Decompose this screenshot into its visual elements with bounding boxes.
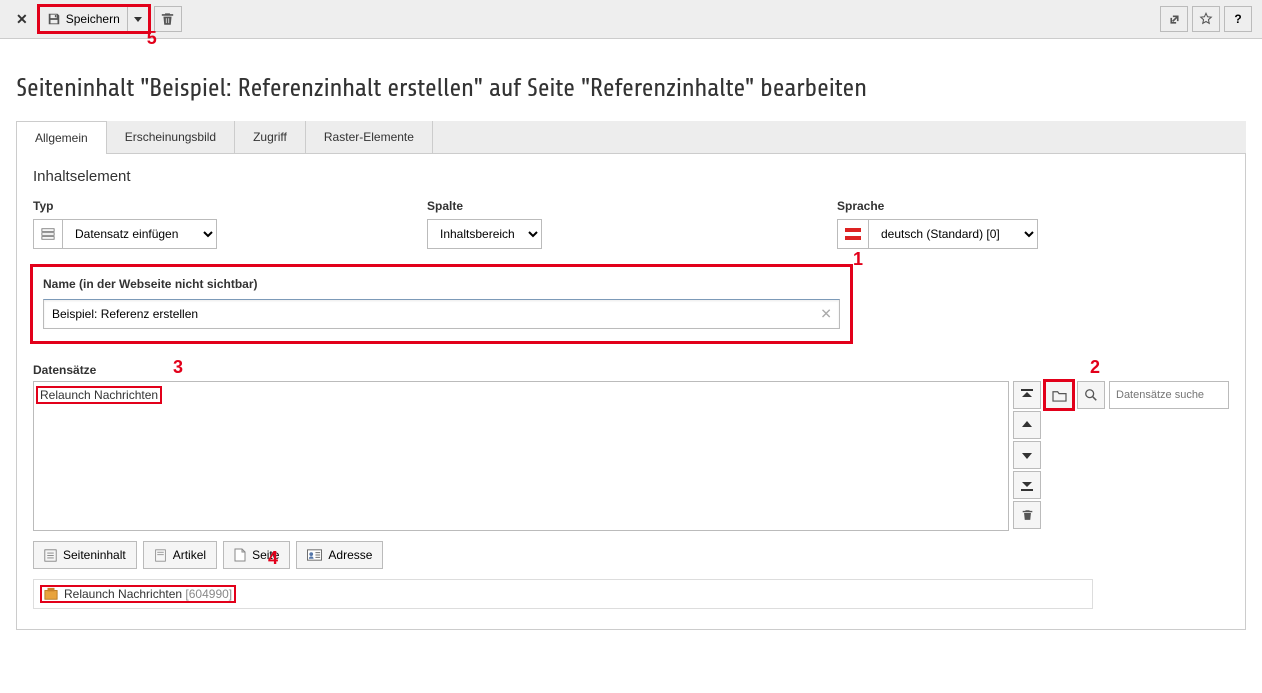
section-heading: Inhaltselement <box>33 168 1229 185</box>
delete-button[interactable] <box>154 6 182 32</box>
trash-icon <box>1022 509 1033 521</box>
field-language: Sprache deutsch (Standard) [0] <box>837 199 1038 249</box>
tab-allgemein[interactable]: Allgemein <box>16 121 107 154</box>
search-records-button[interactable] <box>1077 381 1105 409</box>
move-up-button[interactable] <box>1013 411 1041 439</box>
question-icon: ? <box>1234 12 1241 26</box>
address-icon <box>307 549 322 561</box>
save-dropdown-button[interactable] <box>127 6 149 32</box>
annotation-3: 3 <box>173 357 183 378</box>
bookmark-button[interactable] <box>1192 6 1220 32</box>
move-up-icon <box>1021 419 1033 431</box>
column-select[interactable]: Inhaltsbereich <box>427 219 542 249</box>
name-field-block: Name (in der Webseite nicht sichtbar) ✕ <box>33 267 850 341</box>
star-icon <box>1199 12 1213 26</box>
search-icon <box>1084 388 1098 402</box>
type-btn-adresse[interactable]: Adresse <box>296 541 383 569</box>
annotation-5: 5 <box>147 28 157 49</box>
selected-record-highlight: Relaunch Nachrichten [604990] <box>42 587 234 601</box>
language-flag-wrap <box>837 219 868 249</box>
folder-icon <box>1052 389 1067 402</box>
type-icon-wrap <box>33 219 62 249</box>
field-type: Typ Datensatz einfügen <box>33 199 217 249</box>
page-title: Seiteninhalt "Beispiel: Referenzinhalt e… <box>16 74 1246 103</box>
move-down-button[interactable] <box>1013 441 1041 469</box>
column-label: Spalte <box>427 199 542 213</box>
save-label: Speichern <box>66 12 120 26</box>
field-column: Spalte Inhaltsbereich <box>427 199 542 249</box>
type-select[interactable]: Datensatz einfügen <box>62 219 217 249</box>
annotation-4: 4 <box>268 548 278 569</box>
move-bottom-button[interactable] <box>1013 471 1041 499</box>
content-icon <box>44 549 57 562</box>
records-search-input[interactable] <box>1109 381 1229 409</box>
save-icon <box>47 12 61 26</box>
close-button[interactable]: ✕ <box>10 11 34 28</box>
selected-record-row[interactable]: Relaunch Nachrichten [604990] <box>33 579 1093 609</box>
chevron-down-icon <box>134 17 142 22</box>
move-top-icon <box>1021 389 1033 401</box>
records-listbox[interactable]: Relaunch Nachrichten <box>33 381 1009 531</box>
reorder-buttons <box>1013 381 1041 529</box>
plugin-icon <box>44 587 58 601</box>
type-label: Typ <box>33 199 217 213</box>
records-icon <box>41 227 55 241</box>
tab-raster-elemente[interactable]: Raster-Elemente <box>306 121 433 153</box>
record-type-buttons: Seiteninhalt Artikel Seite Adresse <box>33 541 1229 569</box>
name-input[interactable] <box>43 299 840 329</box>
tab-bar: Allgemein Erscheinungsbild Zugriff Raste… <box>16 121 1246 154</box>
move-down-icon <box>1021 449 1033 461</box>
annotation-2: 2 <box>1090 357 1100 378</box>
save-button[interactable]: Speichern <box>39 6 127 32</box>
move-bottom-icon <box>1021 479 1033 491</box>
move-top-button[interactable] <box>1013 381 1041 409</box>
selected-record-text: Relaunch Nachrichten [604990] <box>64 587 232 601</box>
top-toolbar: ✕ Speichern 5 ? <box>0 0 1262 39</box>
tab-zugriff[interactable]: Zugriff <box>235 121 306 153</box>
page-icon <box>234 548 246 562</box>
article-icon <box>154 549 167 562</box>
open-external-button[interactable] <box>1160 6 1188 32</box>
type-btn-seiteninhalt[interactable]: Seiteninhalt <box>33 541 137 569</box>
help-button[interactable]: ? <box>1224 6 1252 32</box>
language-select[interactable]: deutsch (Standard) [0] <box>868 219 1038 249</box>
remove-record-button[interactable] <box>1013 501 1041 529</box>
records-label: Datensätze <box>33 363 1229 377</box>
trash-icon <box>161 12 174 26</box>
flag-icon <box>845 228 861 240</box>
save-button-group: Speichern <box>39 6 149 32</box>
record-picker-controls <box>1045 381 1229 409</box>
type-btn-artikel[interactable]: Artikel <box>143 541 217 569</box>
name-label: Name (in der Webseite nicht sichtbar) <box>43 277 840 291</box>
external-link-icon <box>1168 13 1181 26</box>
tab-erscheinungsbild[interactable]: Erscheinungsbild <box>107 121 235 153</box>
annotation-1: 1 <box>853 249 863 270</box>
clear-input-button[interactable]: ✕ <box>820 306 832 323</box>
records-item-0[interactable]: Relaunch Nachrichten <box>38 388 160 402</box>
type-btn-seite[interactable]: Seite <box>223 541 290 569</box>
tab-pane-allgemein: Inhaltselement Typ Datensatz einfügen Sp… <box>16 154 1246 630</box>
language-label: Sprache <box>837 199 1038 213</box>
browse-records-button[interactable] <box>1045 381 1073 409</box>
